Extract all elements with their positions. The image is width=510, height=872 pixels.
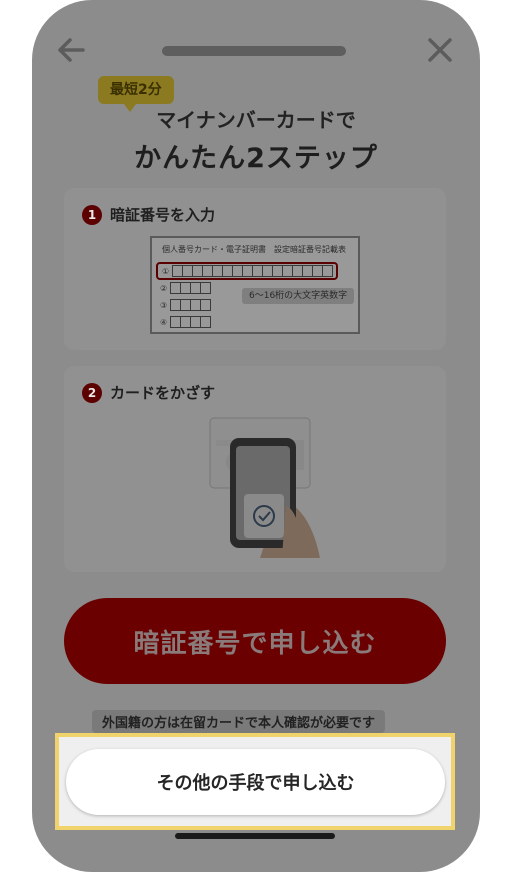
pin-form-illustration: 個人番号カード・電子証明書 設定暗証番号記載表 ① ② ③ ④ 6〜16桁の大文… xyxy=(150,236,360,334)
step-label-1: 暗証番号を入力 xyxy=(110,206,216,224)
top-bar xyxy=(32,28,480,72)
form-row-1: ① xyxy=(156,262,339,280)
other-methods-button[interactable]: その他の手段で申し込む xyxy=(66,749,445,815)
page-subtitle: マイナンバーカードで xyxy=(156,108,356,132)
home-indicator xyxy=(175,833,335,839)
phone-card-illustration xyxy=(194,410,354,560)
form-heading: 個人番号カード・電子証明書 設定暗証番号記載表 xyxy=(162,245,346,254)
page-title: かんたん2ステップ xyxy=(134,143,378,174)
row-number: ② xyxy=(160,283,168,293)
step-header-2: 2 カードをかざす xyxy=(82,382,215,403)
pin-hint: 6〜16桁の大文字英数字 xyxy=(242,288,355,304)
foreign-resident-note: 外国籍の方は在留カードで本人確認が必要です xyxy=(92,710,386,733)
close-icon[interactable] xyxy=(426,36,454,64)
form-row-3: ③ xyxy=(160,299,212,311)
sheet-handle[interactable] xyxy=(162,46,346,56)
pin-apply-button[interactable]: 暗証番号で申し込む xyxy=(64,598,446,684)
step-label-2: カードをかざす xyxy=(110,384,216,402)
form-row-2: ② xyxy=(160,282,212,294)
arrow-left-icon[interactable] xyxy=(56,36,86,64)
row-number: ③ xyxy=(160,300,168,310)
step-header-1: 1 暗証番号を入力 xyxy=(82,204,215,225)
form-row-4: ④ xyxy=(160,316,212,328)
step-card-1: 1 暗証番号を入力 個人番号カード・電子証明書 設定暗証番号記載表 ① ② ③ … xyxy=(64,188,446,350)
row-number: ① xyxy=(162,266,170,276)
time-badge: 最短2分 xyxy=(98,76,174,112)
step-card-2: 2 カードをかざす xyxy=(64,366,446,572)
step-number-2: 2 xyxy=(82,382,102,403)
row-number: ④ xyxy=(160,317,168,327)
step-number-1: 1 xyxy=(82,204,102,225)
